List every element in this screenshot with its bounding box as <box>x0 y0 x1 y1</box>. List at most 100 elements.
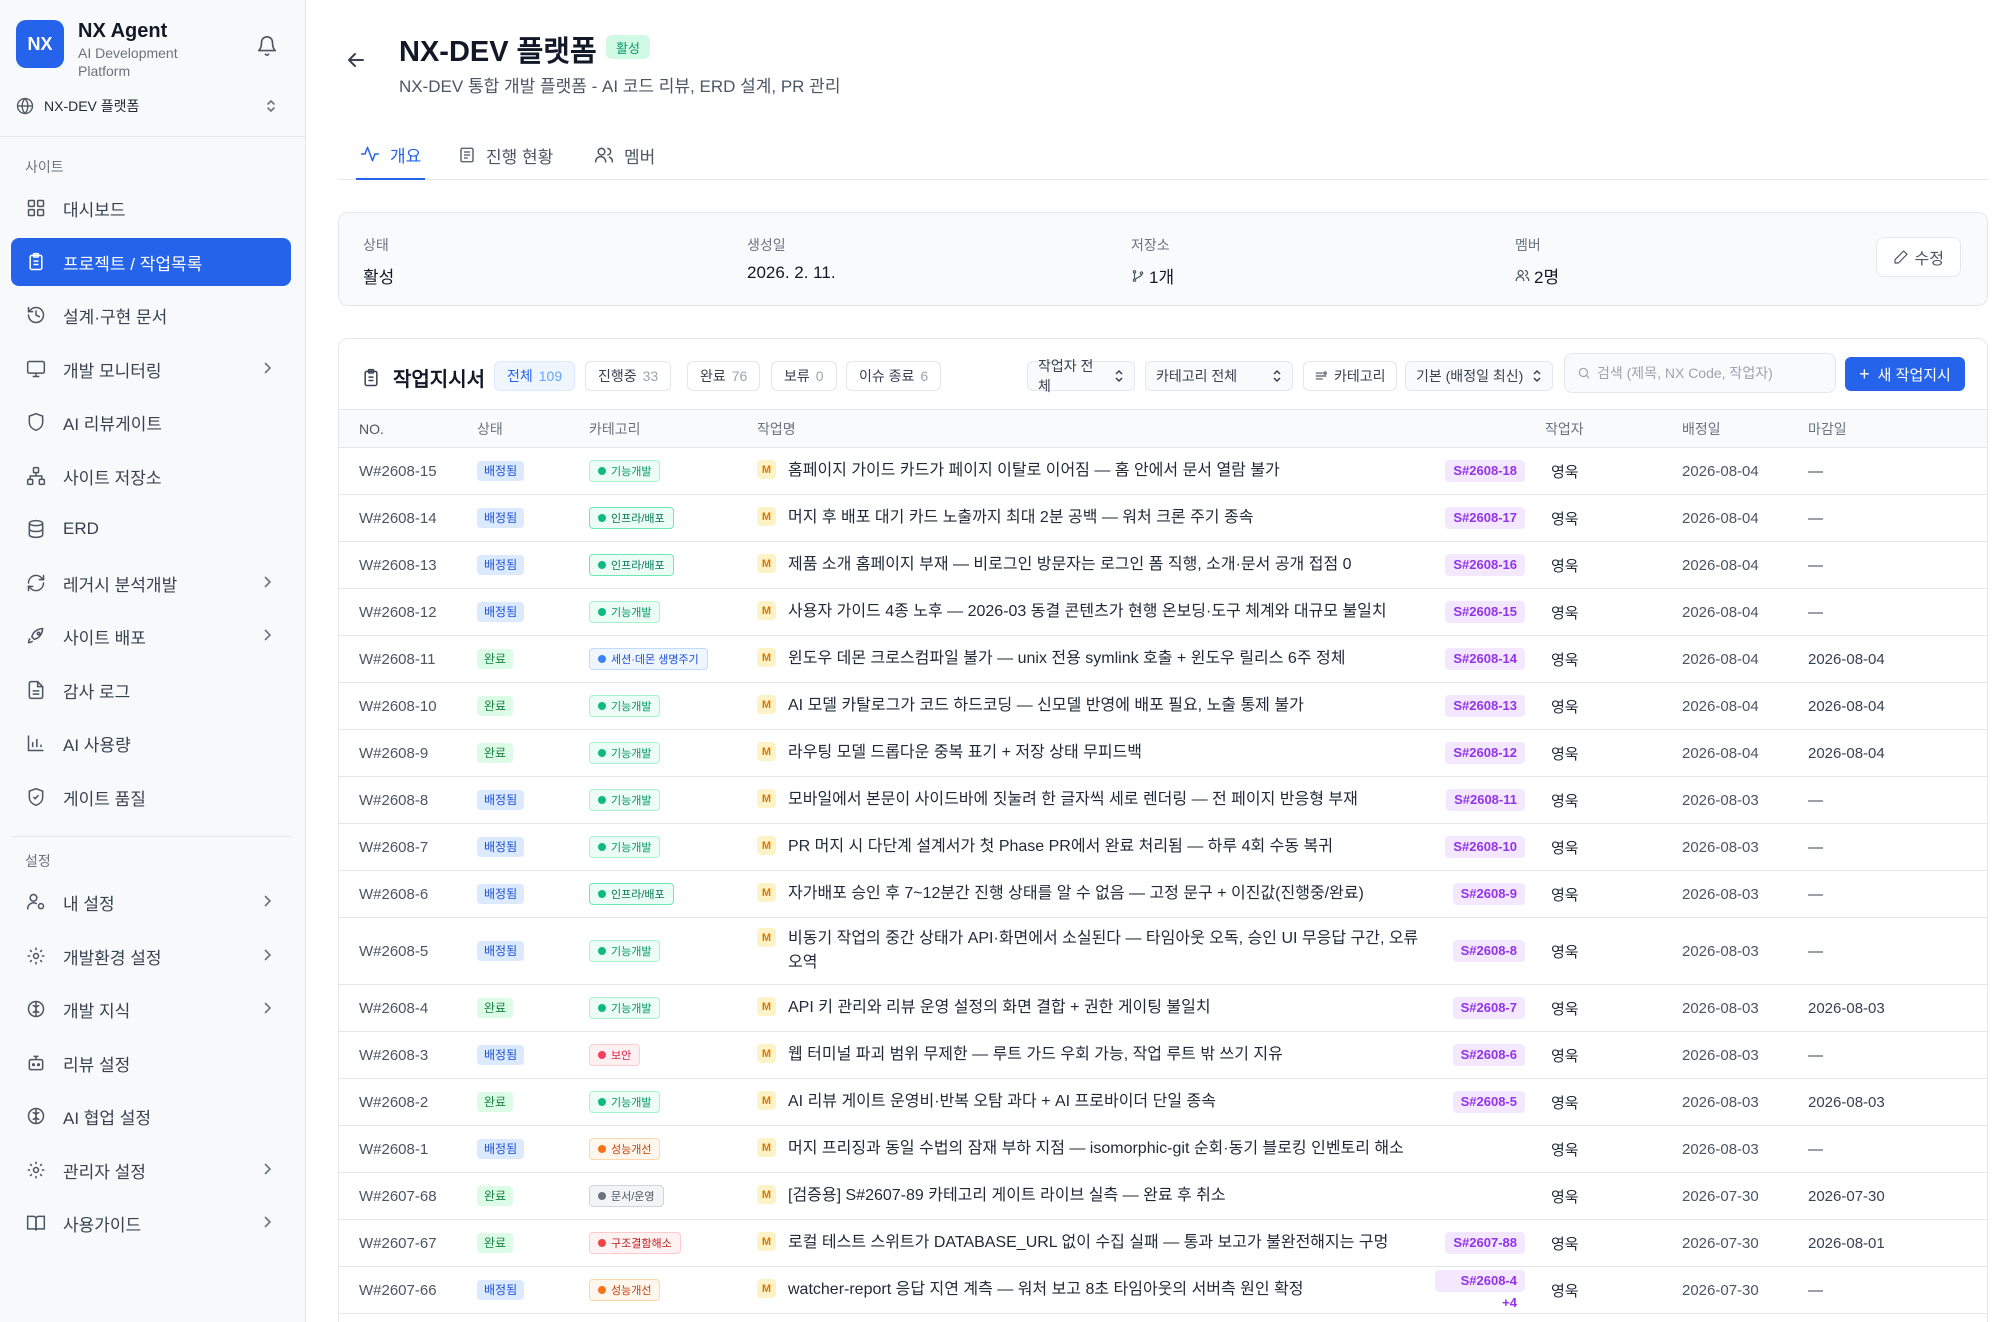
table-row[interactable]: W#2608-14 배정됨 인프라/배포 M 머지 후 배포 대기 카드 노출까지 최대… <box>339 494 1987 542</box>
spec-ref-badge[interactable]: S#2608-13 <box>1445 695 1525 717</box>
sidebar-item-dashboard[interactable]: 대시보드 <box>11 184 291 232</box>
task-no: W#2608-14 <box>339 494 463 542</box>
filter-hold[interactable]: 보류 0 <box>771 361 837 391</box>
search-input[interactable] <box>1597 365 1835 381</box>
sidebar-item-legacy[interactable]: 레거시 분석개발 <box>11 559 291 607</box>
table-row[interactable]: W#2608-10 완료 기능개발 M AI 모델 카탈로그가 코드 하드코딩 — 신모… <box>339 682 1987 730</box>
category-badge: 기능개발 <box>589 836 661 858</box>
tab-label: 개요 <box>390 146 422 166</box>
edit-button[interactable]: 수정 <box>1875 237 1961 277</box>
table-row[interactable]: W#2608-5 배정됨 기능개발 M 비동기 작업의 중간 상태가 API·화면에서 … <box>339 917 1987 985</box>
table-row[interactable]: W#2608-6 배정됨 인프라/배포 M 자가배포 승인 후 7~12분간 진행 상태… <box>339 870 1987 918</box>
category-dot <box>598 467 606 475</box>
task-title-link[interactable]: AI 리뷰 게이트 운영비·반복 오탐 과다 + AI 프로바이더 단일 종속 <box>788 1090 1216 1114</box>
sidebar-item-my-settings[interactable]: 내 설정 <box>11 878 291 926</box>
filter-all[interactable]: 전체 109 <box>494 361 576 391</box>
worker-select[interactable]: 작업자 전체 <box>1027 358 1135 394</box>
spec-ref-badge[interactable]: S#2608-18 <box>1445 460 1525 482</box>
spec-ref-badge[interactable]: S#2608-12 <box>1445 742 1525 764</box>
sidebar-item-admin-settings[interactable]: 관리자 설정 <box>11 1146 291 1194</box>
sort-select[interactable]: 기본 (배정일 최신) <box>1405 361 1553 391</box>
task-title-link[interactable]: AI 모델 카탈로그가 코드 하드코딩 — 신모델 반영에 배포 필요, 노출 … <box>788 694 1304 718</box>
table-row[interactable]: W#2608-12 배정됨 기능개발 M 사용자 가이드 4종 노후 — 2026-03… <box>339 588 1987 636</box>
table-row[interactable]: W#2608-15 배정됨 기능개발 M 홈페이지 가이드 카드가 페이지 이탈로 이어… <box>339 447 1987 495</box>
task-title-link[interactable]: watcher-report 응답 지연 계측 — 워처 보고 8초 타임아웃의… <box>788 1278 1304 1302</box>
task-title-link[interactable]: 비동기 작업의 중간 상태가 API·화면에서 소실된다 — 타임아웃 오독, … <box>788 927 1421 975</box>
task-title-link[interactable]: 모바일에서 본문이 사이드바에 짓눌려 한 글자씩 세로 렌더링 — 전 페이지… <box>788 788 1358 812</box>
spec-ref-badge[interactable]: S#2608-4 +4 <box>1435 1269 1525 1310</box>
sidebar-item-dev-env-settings[interactable]: 개발환경 설정 <box>11 932 291 980</box>
category-label: 기능개발 <box>611 701 652 713</box>
tab-overview[interactable]: 개요 <box>356 130 426 180</box>
task-title-link[interactable]: 로컬 테스트 스위트가 DATABASE_URL 없이 수집 실패 — 통과 보… <box>788 1231 1388 1255</box>
spec-ref-badge[interactable]: S#2608-14 <box>1445 648 1525 670</box>
spec-ref-badge[interactable]: S#2608-7 <box>1452 997 1525 1019</box>
table-row[interactable]: W#2608-8 배정됨 기능개발 M 모바일에서 본문이 사이드바에 짓눌려 한 글자… <box>339 776 1987 824</box>
task-title-link[interactable]: 사용자 가이드 4종 노후 — 2026-03 동결 콘텐츠가 현행 온보딩·도… <box>788 600 1387 624</box>
sidebar-item-ai-review-gate[interactable]: AI 리뷰게이트 <box>11 398 291 446</box>
sidebar-item-ai-usage[interactable]: AI 사용량 <box>11 719 291 767</box>
spec-ref-badge[interactable]: S#2608-11 <box>1446 789 1525 811</box>
new-task-button[interactable]: + 새 작업지시 <box>1845 357 1965 391</box>
sidebar-item-gate-quality[interactable]: 게이트 품질 <box>11 773 291 821</box>
task-title-link[interactable]: 라우팅 모델 드롭다운 중복 표기 + 저장 상태 무피드백 <box>788 741 1142 765</box>
due-date: — <box>1808 588 1987 636</box>
task-title-link[interactable]: 머지 프리징과 동일 수법의 잠재 부하 지점 — isomorphic-git… <box>788 1137 1404 1161</box>
spec-ref-badge[interactable]: S#2608-17 <box>1445 507 1525 529</box>
sidebar-item-audit-log[interactable]: 감사 로그 <box>11 666 291 714</box>
task-title-link[interactable]: 머지 후 배포 대기 카드 노출까지 최대 2분 공백 — 워처 크론 주기 종… <box>788 506 1253 530</box>
category-cell: 기능개발 <box>579 588 747 636</box>
site-selector[interactable]: NX-DEV 플랫폼 <box>16 92 286 120</box>
task-title-link[interactable]: 윈도우 데몬 크로스컴파일 불가 — unix 전용 symlink 호출 + … <box>788 647 1345 671</box>
spec-ref-badge[interactable]: S#2608-10 <box>1445 836 1525 858</box>
sidebar-item-review-settings[interactable]: 리뷰 설정 <box>11 1039 291 1087</box>
sidebar-item-site-deploy[interactable]: 사이트 배포 <box>11 612 291 660</box>
tab-progress[interactable]: 진행 현황 <box>458 130 553 180</box>
spec-ref-badge[interactable]: S#2608-15 <box>1445 601 1525 623</box>
brand-logo[interactable]: NX <box>16 20 64 68</box>
sidebar-item-design-docs[interactable]: 설계·구현 문서 <box>11 291 291 339</box>
sidebar-item-dev-monitoring[interactable]: 개발 모니터링 <box>11 345 291 393</box>
sidebar-item-label: ERD <box>63 519 99 538</box>
task-title-link[interactable]: API 키 관리와 리뷰 운영 설정의 화면 결합 + 권한 게이팅 불일치 <box>788 996 1211 1020</box>
back-arrow-icon[interactable] <box>344 48 372 76</box>
category-manage-button[interactable]: 카테고리 <box>1303 361 1397 391</box>
task-title-link[interactable]: PR 머지 시 다단계 설계서가 첫 Phase PR에서 완료 처리됨 — 하… <box>788 835 1333 859</box>
spec-ref-badge[interactable]: S#2608-5 <box>1452 1091 1525 1113</box>
spec-ref-badge[interactable]: S#2608-8 <box>1452 940 1525 962</box>
table-row[interactable]: W#2608-4 완료 기능개발 M API 키 관리와 리뷰 운영 설정의 화면 결합… <box>339 984 1987 1032</box>
task-title-link[interactable]: 홈페이지 가이드 카드가 페이지 이탈로 이어짐 — 홈 안에서 문서 열람 불… <box>788 459 1280 483</box>
sidebar-item-site-repo[interactable]: 사이트 저장소 <box>11 452 291 500</box>
table-row[interactable]: W#2608-2 완료 기능개발 M AI 리뷰 게이트 운영비·반복 오탐 과다 + … <box>339 1078 1987 1126</box>
table-row[interactable]: W#2608-9 완료 기능개발 M 라우팅 모델 드롭다운 중복 표기 + 저장 상태… <box>339 729 1987 777</box>
spec-ref-badge[interactable]: S#2608-9 <box>1452 883 1525 905</box>
category-dot <box>598 1098 606 1106</box>
bell-icon[interactable] <box>253 32 281 60</box>
sidebar-item-ai-collab-settings[interactable]: AI 협업 설정 <box>11 1092 291 1140</box>
table-row[interactable]: W#2607-68 완료 문서/운영 M [검증용] S#2607-89 카테고리 게이… <box>339 1172 1987 1220</box>
table-row[interactable]: W#2608-3 배정됨 보안 M 웹 터미널 파괴 범위 무제한 — 루트 가드 우회… <box>339 1031 1987 1079</box>
spec-ref-badge[interactable]: S#2608-6 <box>1452 1044 1525 1066</box>
table-row[interactable]: W#2607-66 배정됨 성능개선 Mwatcher-report 응답 지연 계측… <box>339 1266 1987 1314</box>
sidebar-item-dev-knowledge[interactable]: 개발 지식 <box>11 985 291 1033</box>
table-row[interactable]: W#2608-11 완료 세션·데몬 생명주기 M 윈도우 데몬 크로스컴파일 불가 —… <box>339 635 1987 683</box>
filter-in-progress[interactable]: 진행중 33 <box>585 361 672 391</box>
table-row[interactable]: W#2607-67 완료 구조결함해소 M 로컬 테스트 스위트가 DATABASE_U… <box>339 1219 1987 1267</box>
task-title-link[interactable]: 제품 소개 홈페이지 부재 — 비로그인 방문자는 로그인 폼 직행, 소개·문… <box>788 553 1352 577</box>
table-row[interactable]: W#2608-7 배정됨 기능개발 M PR 머지 시 다단계 설계서가 첫 Phase… <box>339 823 1987 871</box>
sidebar-item-erd[interactable]: ERD <box>11 505 291 553</box>
category-select[interactable]: 카테고리 전체 <box>1145 361 1293 391</box>
tab-members[interactable]: 멤버 <box>594 130 655 180</box>
task-title-link[interactable]: 자가배포 승인 후 7~12분간 진행 상태를 알 수 없음 — 고정 문구 +… <box>788 882 1364 906</box>
spec-ref-badge[interactable]: S#2608-16 <box>1445 554 1525 576</box>
task-title-link[interactable]: 웹 터미널 파괴 범위 무제한 — 루트 가드 우회 가능, 작업 루트 밖 쓰… <box>788 1043 1283 1067</box>
search-box[interactable] <box>1564 353 1836 393</box>
sidebar-item-projects[interactable]: 프로젝트 / 작업목록 <box>11 238 291 286</box>
table-row[interactable]: W#2608-13 배정됨 인프라/배포 M 제품 소개 홈페이지 부재 — 비로그인 … <box>339 541 1987 589</box>
task-title-link[interactable]: [검증용] S#2607-89 카테고리 게이트 라이브 실측 — 완료 후 취… <box>788 1184 1226 1208</box>
filter-done[interactable]: 완료 76 <box>687 361 761 391</box>
spec-ref-badge[interactable]: S#2607-88 <box>1445 1232 1525 1254</box>
sidebar-item-user-guide[interactable]: 사용가이드 <box>11 1199 291 1247</box>
table-row[interactable]: W#2608-1 배정됨 성능개선 M 머지 프리징과 동일 수법의 잠재 부하 지점 … <box>339 1125 1987 1173</box>
filter-issue-closed[interactable]: 이슈 종료 6 <box>846 361 942 391</box>
